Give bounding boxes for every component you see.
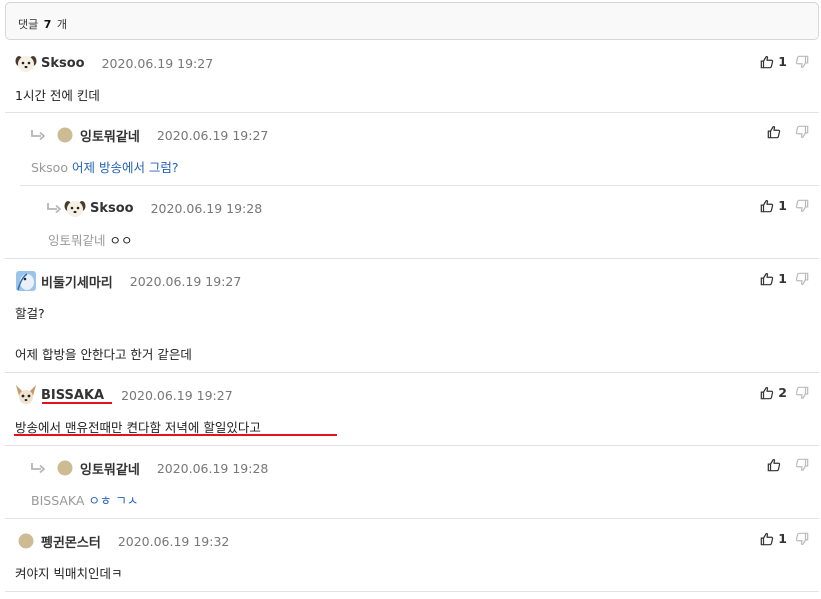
- dislike-button[interactable]: [795, 272, 809, 286]
- divider: [5, 591, 819, 592]
- thumbs-down-icon: [795, 272, 809, 286]
- vote-controls: 1: [760, 271, 809, 286]
- like-button[interactable]: 1: [760, 198, 795, 213]
- thumbs-up-icon: [760, 386, 774, 400]
- author-name[interactable]: 잉토뭐같네: [80, 459, 140, 478]
- divider: [5, 372, 819, 373]
- comment-date: 2020.06.19 19:28: [150, 200, 263, 216]
- like-count: 1: [778, 531, 787, 546]
- default-avatar-icon: [54, 457, 76, 479]
- comment-meta: Sksoo 2020.06.19 19:28: [46, 197, 262, 219]
- comment-text: 켜야지 빅매치인데ㅋ: [15, 566, 123, 581]
- comment-count-header: 댓글 7 개: [5, 2, 819, 40]
- author-name[interactable]: Sksoo: [41, 56, 85, 71]
- dislike-button[interactable]: [795, 386, 809, 400]
- vote-controls: 1: [760, 198, 809, 213]
- comment-meta: 잉토뭐같네 2020.06.19 19:27: [30, 124, 268, 146]
- comment-text: Sksoo 어제 방송에서 그럼?: [31, 157, 179, 176]
- reply-text: ㅇㅎ ㄱㅅ: [88, 493, 139, 508]
- reply-arrow-icon: [30, 461, 46, 475]
- divider: [5, 518, 819, 519]
- mention-name: 잉토뭐같네: [48, 233, 106, 248]
- comment-text: 잉토뭐같네 ㅇㅇ: [48, 230, 133, 249]
- thumbs-up-icon: [767, 458, 781, 472]
- divider: [5, 112, 819, 113]
- thumbs-down-icon: [795, 386, 809, 400]
- like-button[interactable]: 1: [760, 531, 795, 546]
- comment-text: BISSAKA ㅇㅎ ㄱㅅ: [31, 490, 138, 509]
- author-name[interactable]: 잉토뭐같네: [80, 126, 140, 145]
- vote-controls: [767, 458, 809, 472]
- reply-arrow-icon: [30, 128, 46, 142]
- like-count: 1: [778, 54, 787, 69]
- like-count: 1: [778, 198, 787, 213]
- highlight-underline: [14, 434, 337, 436]
- like-button[interactable]: [767, 125, 795, 139]
- author-name[interactable]: 비둘기세마리: [41, 272, 113, 291]
- thumbs-down-icon: [795, 55, 809, 69]
- comment-date: 2020.06.19 19:27: [129, 273, 242, 289]
- pigeon-avatar-icon: [15, 270, 37, 292]
- comment-date: 2020.06.19 19:27: [121, 387, 233, 403]
- divider: [5, 445, 819, 446]
- comment-text-line1: 할걸?: [15, 306, 45, 321]
- default-avatar-icon: [54, 124, 76, 146]
- reply-text: 어제 방송에서 그럼?: [71, 160, 179, 175]
- comment-meta: 펭귄몬스터 2020.06.19 19:32: [15, 530, 229, 552]
- comment-date: 2020.06.19 19:27: [101, 55, 214, 71]
- divider: [20, 185, 819, 186]
- vote-controls: 1: [760, 531, 809, 546]
- dislike-button[interactable]: [795, 55, 809, 69]
- divider: [5, 258, 819, 259]
- comment-date: 2020.06.19 19:28: [156, 460, 269, 476]
- comment-meta: Sksoo 2020.06.19 19:27: [15, 52, 213, 74]
- dislike-button[interactable]: [795, 532, 809, 546]
- thumbs-up-icon: [760, 55, 774, 69]
- dislike-button[interactable]: [795, 458, 809, 472]
- comment-meta: 잉토뭐같네 2020.06.19 19:28: [30, 457, 268, 479]
- thumbs-up-icon: [760, 199, 774, 213]
- dog-avatar-icon: [64, 197, 86, 219]
- author-name[interactable]: Sksoo: [90, 201, 134, 216]
- thumbs-up-icon: [760, 272, 774, 286]
- thumbs-down-icon: [795, 199, 809, 213]
- like-button[interactable]: 2: [760, 385, 795, 400]
- dislike-button[interactable]: [795, 125, 809, 139]
- mention-name: BISSAKA: [31, 493, 85, 508]
- chihuahua-avatar-icon: [15, 384, 37, 406]
- comment-text-line2: 어제 합방을 안한다고 한거 같은데: [15, 347, 192, 362]
- dislike-button[interactable]: [795, 199, 809, 213]
- like-button[interactable]: 1: [760, 271, 795, 286]
- thumbs-up-icon: [760, 532, 774, 546]
- author-name[interactable]: BISSAKA: [41, 388, 104, 403]
- thumbs-down-icon: [795, 458, 809, 472]
- default-avatar-icon: [15, 530, 37, 552]
- comment-date: 2020.06.19 19:27: [156, 127, 269, 143]
- highlight-underline: [42, 402, 112, 404]
- mention-name: Sksoo: [31, 160, 68, 175]
- vote-controls: 2: [760, 385, 809, 400]
- thumbs-down-icon: [795, 125, 809, 139]
- comment-count-text: 댓글 7 개: [18, 18, 68, 31]
- like-count: 1: [778, 271, 787, 286]
- comment-text: 1시간 전에 킨데: [15, 88, 100, 103]
- author-name[interactable]: 펭귄몬스터: [41, 532, 101, 551]
- comment-date: 2020.06.19 19:32: [117, 533, 230, 549]
- vote-controls: [767, 125, 809, 139]
- comment-meta: 비둘기세마리 2020.06.19 19:27: [15, 270, 241, 292]
- dog-avatar-icon: [15, 52, 37, 74]
- like-count: 2: [778, 385, 787, 400]
- reply-arrow-icon: [46, 201, 62, 215]
- reply-text: ㅇㅇ: [109, 233, 133, 248]
- like-button[interactable]: 1: [760, 54, 795, 69]
- thumbs-down-icon: [795, 532, 809, 546]
- vote-controls: 1: [760, 54, 809, 69]
- thumbs-up-icon: [767, 125, 781, 139]
- like-button[interactable]: [767, 458, 795, 472]
